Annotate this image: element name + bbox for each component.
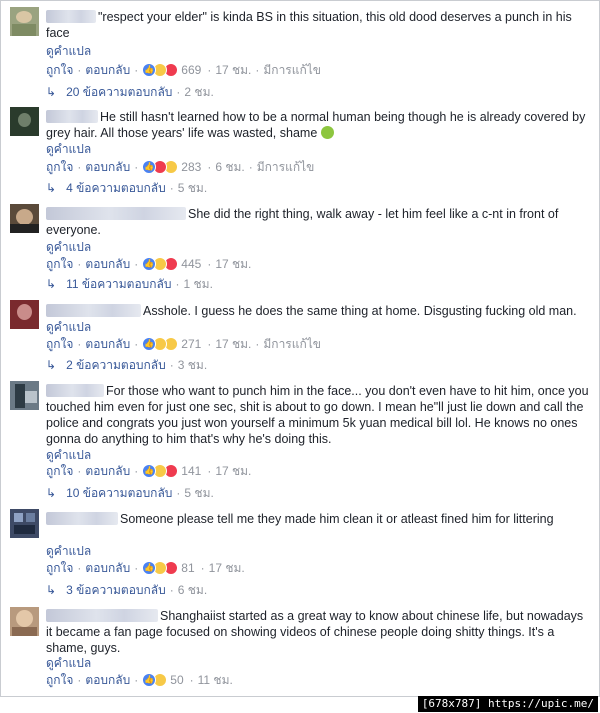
like-link[interactable]: ถูกใจ: [46, 158, 73, 177]
reply-timestamp: 3 ชม.: [177, 357, 208, 372]
like-link[interactable]: ถูกใจ: [46, 462, 73, 481]
reply-timestamp: 1 ชม.: [183, 276, 213, 291]
reply-link[interactable]: ตอบกลับ: [85, 671, 130, 690]
replies-count[interactable]: 3 ข้อความตอบกลับ: [66, 581, 166, 600]
commenter-name[interactable]: [46, 10, 96, 23]
see-translation-link[interactable]: ดูคำแปล: [46, 656, 91, 670]
comment-actions: ถูกใจ · ตอบกลับ · 👍 271 · 17 ชม. · มีการ…: [46, 336, 321, 352]
comment-actions: ถูกใจ · ตอบกลับ · 👍 141 · 17 ชม.: [46, 463, 251, 479]
edited-label[interactable]: มีการแก้ไข: [263, 335, 321, 354]
avatar[interactable]: [10, 300, 39, 329]
timestamp[interactable]: 11 ชม.: [198, 671, 233, 690]
commenter-name[interactable]: [46, 384, 104, 397]
commenter-name[interactable]: [46, 110, 98, 123]
avatar[interactable]: [10, 204, 39, 233]
reply-link[interactable]: ตอบกลับ: [85, 559, 130, 578]
avatar[interactable]: [10, 107, 39, 136]
avatar[interactable]: [10, 7, 39, 36]
timestamp[interactable]: 17 ชม.: [215, 335, 251, 354]
reply-timestamp: 5 ชม.: [177, 180, 208, 195]
image-host-caption: [678x787] https://upic.me/: [417, 696, 598, 712]
reply-arrow-icon: ↳: [46, 85, 57, 99]
comment-actions: ถูกใจ · ตอบกลับ · 👍 283 · 6 ชม. · มีการแ…: [46, 159, 314, 175]
comment-actions: ถูกใจ · ตอบกลับ · 👍 669 · 17 ชม. · มีการ…: [46, 62, 321, 78]
reaction-count[interactable]: 50: [170, 673, 183, 687]
reaction-icons[interactable]: 👍: [142, 464, 179, 478]
commenter-name[interactable]: [46, 512, 118, 525]
replies-count[interactable]: 10 ข้อความตอบกลับ: [66, 484, 172, 503]
reaction-icons[interactable]: 👍: [142, 337, 179, 351]
comment-thread: "respect your elder" is kinda BS in this…: [0, 0, 600, 697]
comment-text: Asshole. I guess he does the same thing …: [143, 304, 577, 318]
reaction-count[interactable]: 271: [181, 337, 201, 351]
reaction-icons[interactable]: 👍: [142, 561, 179, 575]
reaction-icons[interactable]: 👍: [142, 673, 168, 687]
avatar[interactable]: [10, 607, 39, 636]
reply-timestamp: 2 ชม.: [184, 84, 214, 99]
like-link[interactable]: ถูกใจ: [46, 559, 73, 578]
replies-link[interactable]: ↳ 11 ข้อความตอบกลับ · 1 ชม.: [46, 276, 213, 292]
comment-actions: ถูกใจ · ตอบกลับ · 👍 81 · 17 ชม.: [46, 560, 245, 576]
timestamp[interactable]: 17 ชม.: [215, 255, 251, 274]
replies-link[interactable]: ↳ 4 ข้อความตอบกลับ · 5 ชม.: [46, 180, 207, 196]
timestamp[interactable]: 17 ชม.: [215, 61, 251, 80]
replies-count[interactable]: 11 ข้อความตอบกลับ: [66, 275, 171, 294]
see-translation-link[interactable]: ดูคำแปล: [46, 142, 91, 156]
like-link[interactable]: ถูกใจ: [46, 61, 73, 80]
reaction-icons[interactable]: 👍: [142, 160, 179, 174]
comment-actions: ถูกใจ · ตอบกลับ · 👍 50 · 11 ชม.: [46, 672, 233, 688]
reply-arrow-icon: ↳: [46, 583, 57, 597]
reaction-count[interactable]: 669: [181, 63, 201, 77]
reaction-count[interactable]: 445: [181, 257, 201, 271]
comment-text: Someone please tell me they made him cle…: [120, 512, 554, 526]
edited-label[interactable]: มีการแก้ไข: [263, 61, 321, 80]
comment-actions: ถูกใจ · ตอบกลับ · 👍 445 · 17 ชม.: [46, 256, 251, 272]
see-translation-link[interactable]: ดูคำแปล: [46, 44, 91, 58]
commenter-name[interactable]: [46, 207, 186, 220]
replies-count[interactable]: 2 ข้อความตอบกลับ: [66, 356, 166, 375]
see-translation-link[interactable]: ดูคำแปล: [46, 320, 91, 334]
replies-link[interactable]: ↳ 2 ข้อความตอบกลับ · 3 ชม.: [46, 357, 207, 373]
reply-link[interactable]: ตอบกลับ: [85, 462, 130, 481]
reply-arrow-icon: ↳: [46, 358, 57, 372]
like-link[interactable]: ถูกใจ: [46, 255, 73, 274]
reply-timestamp: 6 ชม.: [177, 582, 208, 597]
commenter-name[interactable]: [46, 304, 141, 317]
reaction-count[interactable]: 283: [181, 160, 201, 174]
see-translation-link[interactable]: ดูคำแปล: [46, 448, 91, 462]
see-translation-link[interactable]: ดูคำแปล: [46, 544, 91, 558]
reply-arrow-icon: ↳: [46, 277, 57, 291]
reaction-icons[interactable]: 👍: [142, 63, 179, 77]
reaction-count[interactable]: 81: [181, 561, 194, 575]
reply-arrow-icon: ↳: [46, 486, 57, 500]
reply-link[interactable]: ตอบกลับ: [85, 255, 130, 274]
timestamp[interactable]: 17 ชม.: [215, 462, 251, 481]
comment-text: He still hasn't learned how to be a norm…: [46, 110, 586, 140]
commenter-name[interactable]: [46, 609, 158, 622]
avatar[interactable]: [10, 509, 39, 538]
comment-text: For those who want to punch him in the f…: [46, 384, 589, 446]
sick-emoji-icon: [320, 126, 334, 139]
like-link[interactable]: ถูกใจ: [46, 671, 73, 690]
replies-count[interactable]: 4 ข้อความตอบกลับ: [66, 179, 166, 198]
reply-arrow-icon: ↳: [46, 181, 57, 195]
replies-count[interactable]: 20 ข้อความตอบกลับ: [66, 83, 172, 102]
replies-link[interactable]: ↳ 3 ข้อความตอบกลับ · 6 ชม.: [46, 582, 207, 598]
comment-text: "respect your elder" is kinda BS in this…: [46, 10, 572, 40]
avatar[interactable]: [10, 381, 39, 410]
see-translation-link[interactable]: ดูคำแปล: [46, 240, 91, 254]
reply-timestamp: 5 ชม.: [184, 485, 214, 500]
edited-label[interactable]: มีการแก้ไข: [257, 158, 315, 177]
replies-link[interactable]: ↳ 20 ข้อความตอบกลับ · 2 ชม.: [46, 84, 214, 100]
timestamp[interactable]: 17 ชม.: [209, 559, 245, 578]
replies-link[interactable]: ↳ 10 ข้อความตอบกลับ · 5 ชม.: [46, 485, 214, 501]
reaction-icons[interactable]: 👍: [142, 257, 179, 271]
like-link[interactable]: ถูกใจ: [46, 335, 73, 354]
reply-link[interactable]: ตอบกลับ: [85, 61, 130, 80]
reply-link[interactable]: ตอบกลับ: [85, 158, 130, 177]
reaction-count[interactable]: 141: [181, 464, 201, 478]
reply-link[interactable]: ตอบกลับ: [85, 335, 130, 354]
timestamp[interactable]: 6 ชม.: [215, 158, 244, 177]
